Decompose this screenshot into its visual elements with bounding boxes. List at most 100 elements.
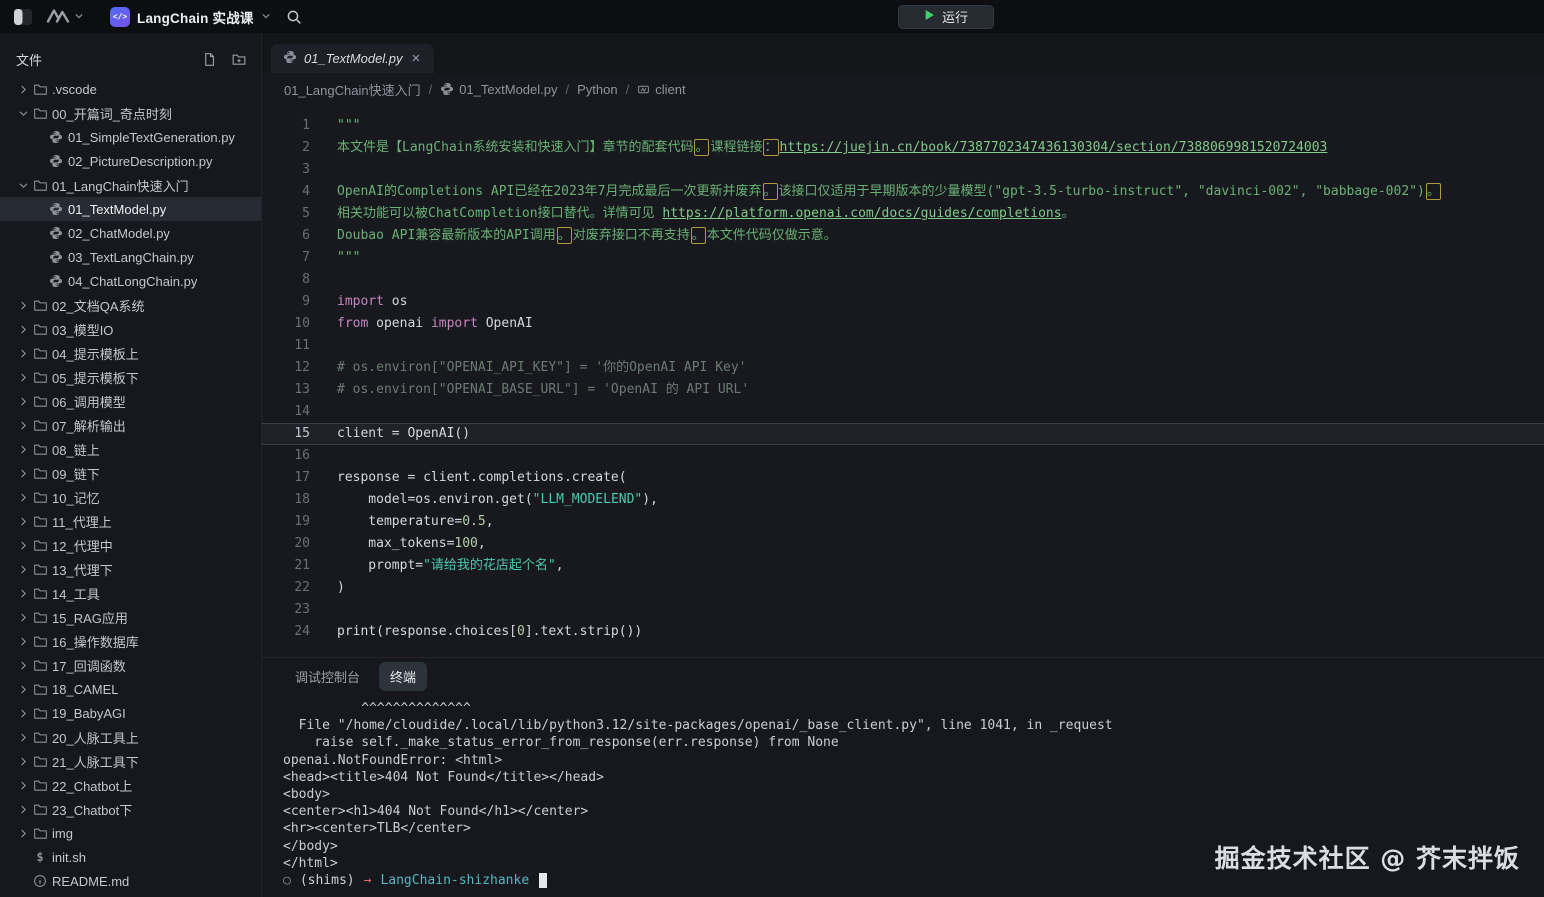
tree-item[interactable]: 00_开篇词_奇点时刻 xyxy=(0,101,261,125)
code-line[interactable]: 21 prompt="请给我的花店起个名", xyxy=(262,555,1544,577)
code-line[interactable]: 12# os.environ["OPENAI_API_KEY"] = '你的Op… xyxy=(262,357,1544,379)
tree-item[interactable]: 15_RAG应用 xyxy=(0,605,261,629)
chevron-right-icon[interactable] xyxy=(16,636,30,647)
tree-item[interactable]: 18_CAMEL xyxy=(0,677,261,701)
tree-item[interactable]: 04_提示模板上 xyxy=(0,341,261,365)
chevron-right-icon[interactable] xyxy=(16,372,30,383)
code-line[interactable]: 13# os.environ["OPENAI_BASE_URL"] = 'Ope… xyxy=(262,379,1544,401)
code-line[interactable]: 7""" xyxy=(262,247,1544,269)
tree-item[interactable]: $init.sh xyxy=(0,845,261,869)
chevron-right-icon[interactable] xyxy=(16,540,30,551)
code-line[interactable]: 24print(response.choices[0].text.strip()… xyxy=(262,621,1544,643)
code-line[interactable]: 11 xyxy=(262,335,1544,357)
code-line[interactable]: 17response = client.completions.create( xyxy=(262,467,1544,489)
tree-item[interactable]: 17_回调函数 xyxy=(0,653,261,677)
chevron-right-icon[interactable] xyxy=(16,756,30,767)
chevron-right-icon[interactable] xyxy=(16,492,30,503)
close-tab-button[interactable]: × xyxy=(410,51,423,66)
panel-tab[interactable]: 终端 xyxy=(379,662,427,691)
tree-item[interactable]: 02_文档QA系统 xyxy=(0,293,261,317)
breadcrumb-item[interactable]: 01_TextModel.py xyxy=(440,82,557,97)
tree-item[interactable]: 01_LangChain快速入门 xyxy=(0,173,261,197)
workspace-switcher[interactable]: </> LangChain 实战课 xyxy=(110,7,271,27)
tree-item[interactable]: 20_人脉工具上 xyxy=(0,725,261,749)
chevron-right-icon[interactable] xyxy=(16,588,30,599)
chevron-right-icon[interactable] xyxy=(16,396,30,407)
chevron-right-icon[interactable] xyxy=(16,300,30,311)
chevron-right-icon[interactable] xyxy=(16,708,30,719)
chevron-right-icon[interactable] xyxy=(16,348,30,359)
terminal-prompt[interactable]: ○ (shims) → LangChain-shizhanke xyxy=(283,872,1544,889)
chevron-right-icon[interactable] xyxy=(16,804,30,815)
app-logo[interactable] xyxy=(46,8,84,26)
tree-item[interactable]: 06_调用模型 xyxy=(0,389,261,413)
code-line[interactable]: 20 max_tokens=100, xyxy=(262,533,1544,555)
tree-item[interactable]: 07_解析输出 xyxy=(0,413,261,437)
chevron-right-icon[interactable] xyxy=(16,732,30,743)
chevron-right-icon[interactable] xyxy=(16,516,30,527)
chevron-right-icon[interactable] xyxy=(16,684,30,695)
tree-item[interactable]: 01_SimpleTextGeneration.py xyxy=(0,125,261,149)
code-line[interactable]: 5相关功能可以被ChatCompletion接口替代。详情可见 https://… xyxy=(262,203,1544,225)
code-line[interactable]: 10from openai import OpenAI xyxy=(262,313,1544,335)
tree-item[interactable]: 02_PictureDescription.py xyxy=(0,149,261,173)
chevron-right-icon[interactable] xyxy=(16,660,30,671)
tree-item[interactable]: 09_链下 xyxy=(0,461,261,485)
code-line[interactable]: 6Doubao API兼容最新版本的API调用。对废弃接口不再支持。本文件代码仅… xyxy=(262,225,1544,247)
code-line[interactable]: 18 model=os.environ.get("LLM_MODELEND"), xyxy=(262,489,1544,511)
breadcrumb-item[interactable]: 01_LangChain快速入门 xyxy=(284,80,421,99)
tree-item[interactable]: 05_提示模板下 xyxy=(0,365,261,389)
tree-item[interactable]: 03_模型IO xyxy=(0,317,261,341)
tree-item[interactable]: 23_Chatbot下 xyxy=(0,797,261,821)
tree-item[interactable]: 02_ChatModel.py xyxy=(0,221,261,245)
code-line[interactable]: 23 xyxy=(262,599,1544,621)
code-line[interactable]: 19 temperature=0.5, xyxy=(262,511,1544,533)
code-line[interactable]: 8 xyxy=(262,269,1544,291)
code-line[interactable]: 2本文件是【LangChain系统安装和快速入门】章节的配套代码。课程链接：ht… xyxy=(262,137,1544,159)
run-button[interactable]: 运行 xyxy=(898,5,994,29)
tree-item[interactable]: 21_人脉工具下 xyxy=(0,749,261,773)
new-folder-button[interactable] xyxy=(231,52,247,67)
code-line[interactable]: 4OpenAI的Completions API已经在2023年7月完成最后一次更… xyxy=(262,181,1544,203)
code-line[interactable]: 1""" xyxy=(262,115,1544,137)
chevron-down-icon[interactable] xyxy=(16,180,30,191)
tree-item[interactable]: 10_记忆 xyxy=(0,485,261,509)
tab-01-textmodel[interactable]: 01_TextModel.py × xyxy=(271,44,434,73)
tree-item[interactable]: 01_TextModel.py xyxy=(0,197,261,221)
search-button[interactable] xyxy=(281,5,307,29)
code-line[interactable]: 16 xyxy=(262,445,1544,467)
new-file-button[interactable] xyxy=(202,52,217,67)
chevron-right-icon[interactable] xyxy=(16,324,30,335)
chevron-right-icon[interactable] xyxy=(16,420,30,431)
tree-item[interactable]: 11_代理上 xyxy=(0,509,261,533)
chevron-right-icon[interactable] xyxy=(16,468,30,479)
tree-item[interactable]: 13_代理下 xyxy=(0,557,261,581)
breadcrumb-item[interactable]: client xyxy=(637,82,685,97)
panel-tab[interactable]: 调试控制台 xyxy=(284,662,371,691)
code-editor[interactable]: 1"""2本文件是【LangChain系统安装和快速入门】章节的配套代码。课程链… xyxy=(262,105,1544,657)
code-line[interactable]: 22) xyxy=(262,577,1544,599)
tree-item[interactable]: 16_操作数据库 xyxy=(0,629,261,653)
code-line[interactable]: 14 xyxy=(262,401,1544,423)
chevron-right-icon[interactable] xyxy=(16,564,30,575)
code-line[interactable]: 3 xyxy=(262,159,1544,181)
tree-item[interactable]: 04_ChatLongChain.py xyxy=(0,269,261,293)
tree-item[interactable]: 12_代理中 xyxy=(0,533,261,557)
code-line[interactable]: 9import os xyxy=(262,291,1544,313)
tree-item[interactable]: .vscode xyxy=(0,77,261,101)
tree-item[interactable]: 08_链上 xyxy=(0,437,261,461)
tree-item[interactable]: 03_TextLangChain.py xyxy=(0,245,261,269)
tree-item[interactable]: 22_Chatbot上 xyxy=(0,773,261,797)
code-line[interactable]: 15client = OpenAI() xyxy=(262,423,1544,445)
chevron-right-icon[interactable] xyxy=(16,828,30,839)
tree-item[interactable]: img xyxy=(0,821,261,845)
terminal[interactable]: ^^^^^^^^^^^^^^ File "/home/cloudide/.loc… xyxy=(262,694,1544,897)
breadcrumb-item[interactable]: Python xyxy=(577,82,617,97)
tree-item[interactable]: 14_工具 xyxy=(0,581,261,605)
chevron-right-icon[interactable] xyxy=(16,84,30,95)
chevron-right-icon[interactable] xyxy=(16,780,30,791)
chevron-right-icon[interactable] xyxy=(16,612,30,623)
chevron-right-icon[interactable] xyxy=(16,444,30,455)
tree-item[interactable]: 19_BabyAGI xyxy=(0,701,261,725)
tree-item[interactable]: README.md xyxy=(0,869,261,893)
